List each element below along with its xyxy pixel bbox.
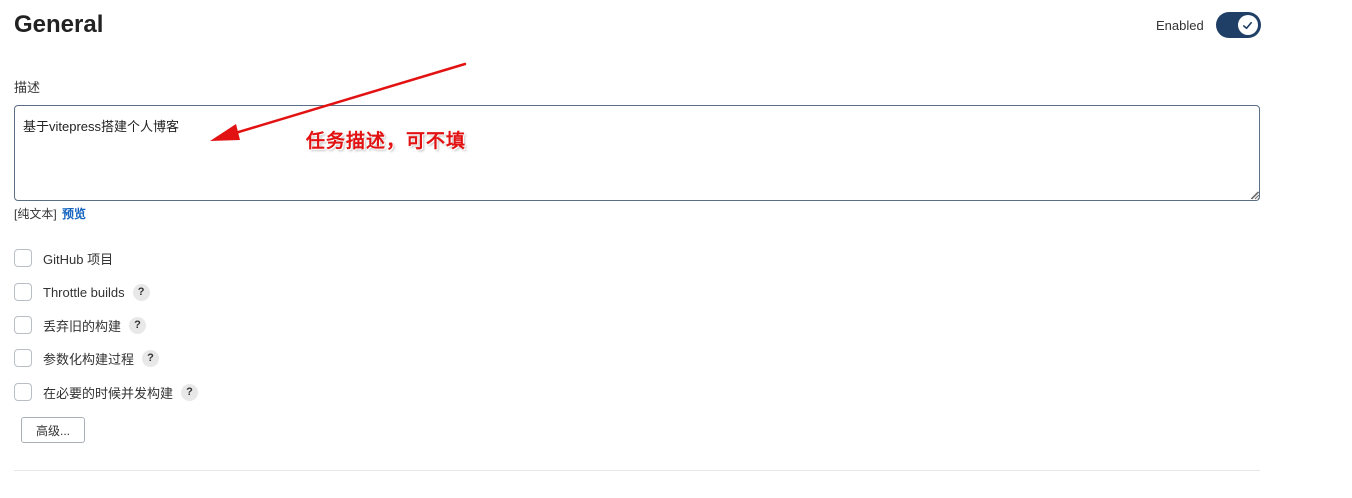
enabled-label: Enabled (1156, 17, 1204, 33)
option-label: 丢弃旧的构建 (43, 318, 122, 334)
description-label: 描述 (14, 80, 41, 95)
option-label: Throttle builds (43, 284, 125, 300)
section-divider (14, 470, 1260, 471)
checkbox[interactable] (14, 249, 32, 267)
checkbox[interactable] (14, 349, 32, 367)
help-icon[interactable]: ? (132, 283, 150, 301)
help-icon[interactable]: ? (129, 316, 147, 334)
option-discard-old-builds[interactable]: 丢弃旧的构建 ? (14, 314, 147, 336)
enabled-toggle[interactable] (1215, 12, 1261, 38)
option-github-project[interactable]: GitHub 项目 (14, 247, 113, 269)
toggle-knob (1237, 15, 1258, 35)
checkbox[interactable] (14, 283, 32, 301)
check-icon (1243, 21, 1253, 29)
checkbox[interactable] (14, 383, 32, 401)
help-icon[interactable]: ? (181, 383, 199, 401)
checkbox[interactable] (14, 316, 32, 334)
advanced-button[interactable]: 高级... (21, 417, 85, 443)
option-throttle-builds[interactable]: Throttle builds ? (14, 281, 150, 303)
annotation-arrow (210, 62, 467, 141)
annotation-text: 任务描述，可不填 (306, 130, 467, 152)
enabled-toggle-group: Enabled (1156, 11, 1261, 39)
option-label: GitHub 项目 (43, 251, 114, 267)
help-icon[interactable]: ? (142, 349, 160, 367)
format-label: [纯文本] (14, 207, 57, 221)
format-row: [纯文本] 预览 (14, 205, 86, 222)
description-textarea[interactable] (14, 105, 1260, 201)
preview-link[interactable]: 预览 (62, 207, 86, 221)
resize-grip-icon[interactable] (1250, 190, 1260, 200)
option-label: 在必要的时候并发构建 (43, 385, 174, 401)
option-parameterized-build[interactable]: 参数化构建过程 ? (14, 347, 160, 369)
section-title: General (14, 11, 104, 38)
option-label: 参数化构建过程 (43, 351, 135, 367)
option-concurrent-builds[interactable]: 在必要的时候并发构建 ? (14, 381, 199, 403)
